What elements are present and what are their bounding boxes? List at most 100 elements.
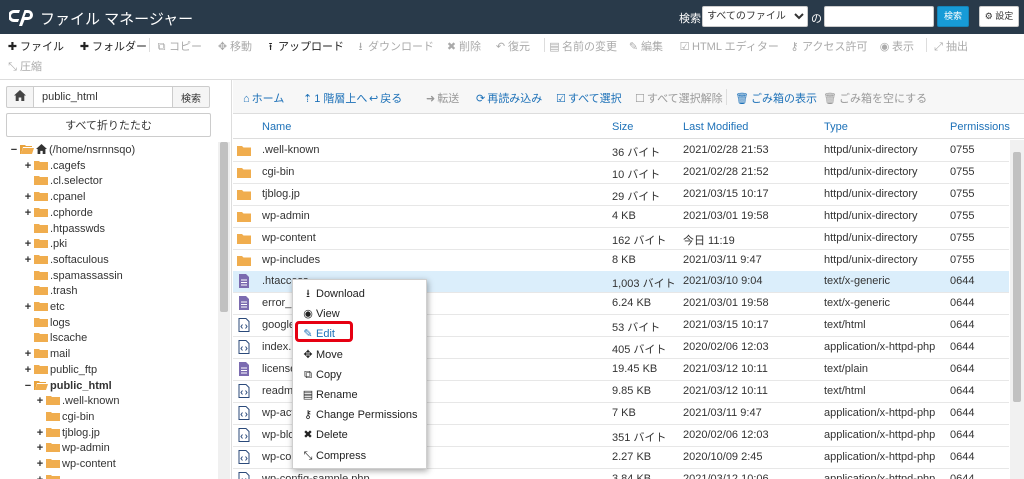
expand-icon[interactable]: + — [23, 299, 33, 315]
tree-node[interactable]: + mail — [23, 346, 70, 362]
tree-node-label: logs — [50, 316, 71, 329]
expand-icon[interactable]: + — [35, 393, 45, 409]
table-row[interactable]: tjblog.jp 29 バイト 2021/03/15 10:17 httpd/uni… — [233, 184, 1009, 206]
context-menu-item-copy[interactable]: ⧉ Copy — [293, 365, 426, 385]
column-size-header[interactable]: Size — [612, 121, 633, 133]
toolbar-button-4[interactable]: ⭱ アップロード — [265, 38, 344, 57]
context-menu-item-delete[interactable]: ✖ Delete — [293, 425, 426, 445]
toolbar-button-5[interactable]: ⭳ ダウンロード — [355, 38, 434, 57]
table-row[interactable]: .well-known 36 バイト 2021/02/28 21:53 httpd/u… — [233, 140, 1009, 162]
column-permissions-header[interactable]: Permissions — [950, 121, 1010, 133]
expand-icon[interactable]: + — [23, 205, 33, 221]
tree-node[interactable]: + .softaculous — [23, 252, 109, 268]
tree-node[interactable]: − public_html — [23, 378, 112, 394]
context-menu-item-move[interactable]: ✥ Move — [293, 345, 426, 365]
nav-button-3[interactable]: ➜ 転送 — [426, 90, 459, 106]
toolbar-button-2[interactable]: ⧉ コピー — [156, 38, 202, 54]
toolbar-button-10[interactable]: ☑ HTML エディター — [679, 38, 779, 54]
search-scope-select[interactable]: すべてのファイル — [702, 6, 808, 27]
nav-button-0[interactable]: ⌂ ホーム — [243, 90, 284, 106]
nav-button-7[interactable]: 🗑 ごみ箱の表示 — [735, 90, 817, 106]
expand-icon[interactable]: + — [35, 425, 45, 441]
tree-node[interactable]: + .cpanel — [23, 189, 86, 205]
table-row[interactable]: wp-admin 4 KB 2021/03/01 19:58 httpd/unix-d… — [233, 206, 1009, 228]
cell-size: 4 KB — [612, 209, 636, 222]
context-menu-item-view[interactable]: ◉ View — [293, 304, 426, 324]
go-button[interactable]: 検索 — [172, 86, 210, 108]
collapse-icon[interactable]: − — [23, 378, 33, 394]
context-menu-item-rename[interactable]: ▤ Rename — [293, 385, 426, 405]
nav-button-5[interactable]: ☑ すべて選択 — [556, 90, 622, 106]
toolbar-button-7[interactable]: ↶ 復元 — [495, 38, 530, 54]
tree-node[interactable]: + .pki — [23, 236, 67, 252]
search-button[interactable]: 検索 — [937, 6, 969, 27]
table-row[interactable]: wp-content 162 バイト 今日 11:19 httpd/unix-dire… — [233, 228, 1009, 250]
expand-icon[interactable]: + — [23, 158, 33, 174]
folder-icon — [34, 317, 48, 327]
tree-node[interactable]: lscache — [23, 330, 87, 346]
tree-node[interactable]: + wp-admin — [35, 440, 110, 456]
home-directory-button[interactable] — [6, 86, 34, 108]
tree-node[interactable]: logs — [23, 315, 70, 331]
tree-node[interactable]: cgi-bin — [35, 409, 94, 425]
nav-button-4[interactable]: ⟳ 再読み込み — [476, 90, 542, 106]
tree-node[interactable]: + .well-known — [35, 393, 120, 409]
nav-button-2[interactable]: ↩ 戻る — [369, 90, 402, 106]
table-row[interactable]: wp-config-sample.php 3.84 KB 2021/03/12 10… — [233, 469, 1009, 479]
table-row[interactable]: cgi-bin 10 バイト 2021/02/28 21:52 httpd/unix-… — [233, 162, 1009, 184]
file-list-scrollbar-thumb[interactable] — [1013, 152, 1021, 402]
expand-icon[interactable]: + — [23, 189, 33, 205]
tree-node[interactable]: + public_ftp — [23, 362, 97, 378]
toolbar-button-8[interactable]: ▤ 名前の変更 — [549, 38, 617, 54]
file-list-scrollbar[interactable] — [1010, 140, 1024, 479]
toolbar-button-11[interactable]: ⚷ アクセス許可 — [789, 38, 867, 54]
expand-icon[interactable]: + — [23, 236, 33, 252]
settings-button[interactable]: ⚙ 設定 — [979, 6, 1019, 27]
toolbar-button-9[interactable]: ✎ 編集 — [628, 38, 663, 54]
tree-node[interactable]: + wp-content — [35, 456, 116, 472]
nav-button-8[interactable]: 🗑 ごみ箱を空にする — [823, 90, 927, 106]
toolbar-button-6[interactable]: ✖ 削除 — [446, 38, 481, 54]
expand-icon[interactable]: + — [35, 472, 45, 479]
tree-node[interactable]: + — [35, 472, 62, 479]
column-type-header[interactable]: Type — [824, 121, 848, 133]
expand-icon[interactable]: + — [23, 362, 33, 378]
toolbar-button-0[interactable]: ✚ ファイル — [7, 38, 64, 54]
expand-icon[interactable]: + — [35, 440, 45, 456]
column-name-header[interactable]: Name — [262, 121, 291, 133]
cell-size: 8 KB — [612, 253, 636, 266]
collapse-icon[interactable]: − — [9, 142, 19, 158]
tree-node[interactable]: .trash — [23, 283, 78, 299]
tree-node[interactable]: − (/home/nsrnnsqo) — [9, 142, 135, 158]
cell-type: httpd/unix-directory — [824, 165, 918, 178]
tree-node[interactable]: + etc — [23, 299, 65, 315]
path-input[interactable] — [33, 86, 173, 108]
tree-node[interactable]: .htpasswds — [23, 221, 105, 237]
nav-button-1[interactable]: ⇡ 1 階層上へ — [303, 90, 367, 106]
expand-icon[interactable]: + — [23, 346, 33, 362]
tree-node[interactable]: .cl.selector — [23, 173, 103, 189]
tree-scrollbar[interactable] — [218, 142, 230, 479]
collapse-all-button[interactable]: すべて折りたたむ — [6, 113, 211, 137]
toolbar-button-1[interactable]: ✚ フォルダー — [79, 38, 147, 54]
context-menu-item-change-permissions[interactable]: ⚷ Change Permissions — [293, 405, 426, 425]
expand-icon[interactable]: + — [35, 456, 45, 472]
tree-node[interactable]: + .cagefs — [23, 158, 86, 174]
tree-node[interactable]: + tjblog.jp — [35, 425, 100, 441]
context-menu-item-download[interactable]: ⭳ Download — [293, 284, 426, 304]
toolbar-button-14[interactable]: ⤡ 圧縮 — [7, 58, 42, 74]
tree-node[interactable]: .spamassassin — [23, 268, 123, 284]
context-menu-item-edit[interactable]: ✎ Edit — [293, 324, 426, 344]
table-row[interactable]: wp-includes 8 KB 2021/03/11 9:47 httpd/unix… — [233, 250, 1009, 272]
column-modified-header[interactable]: Last Modified — [683, 121, 748, 133]
nav-button-6[interactable]: ☐ すべて選択解除 — [635, 90, 723, 106]
search-input[interactable] — [824, 6, 934, 27]
toolbar-button-13[interactable]: ⤢ 抽出 — [933, 38, 968, 54]
cell-size: 3.84 KB — [612, 472, 652, 479]
toolbar-button-12[interactable]: ◉ 表示 — [879, 38, 914, 54]
context-menu-item-compress[interactable]: ⤡ Compress — [293, 446, 426, 466]
toolbar-button-3[interactable]: ✥ 移動 — [217, 38, 252, 54]
expand-icon[interactable]: + — [23, 252, 33, 268]
tree-scrollbar-thumb[interactable] — [220, 142, 228, 312]
tree-node[interactable]: + .cphorde — [23, 205, 93, 221]
